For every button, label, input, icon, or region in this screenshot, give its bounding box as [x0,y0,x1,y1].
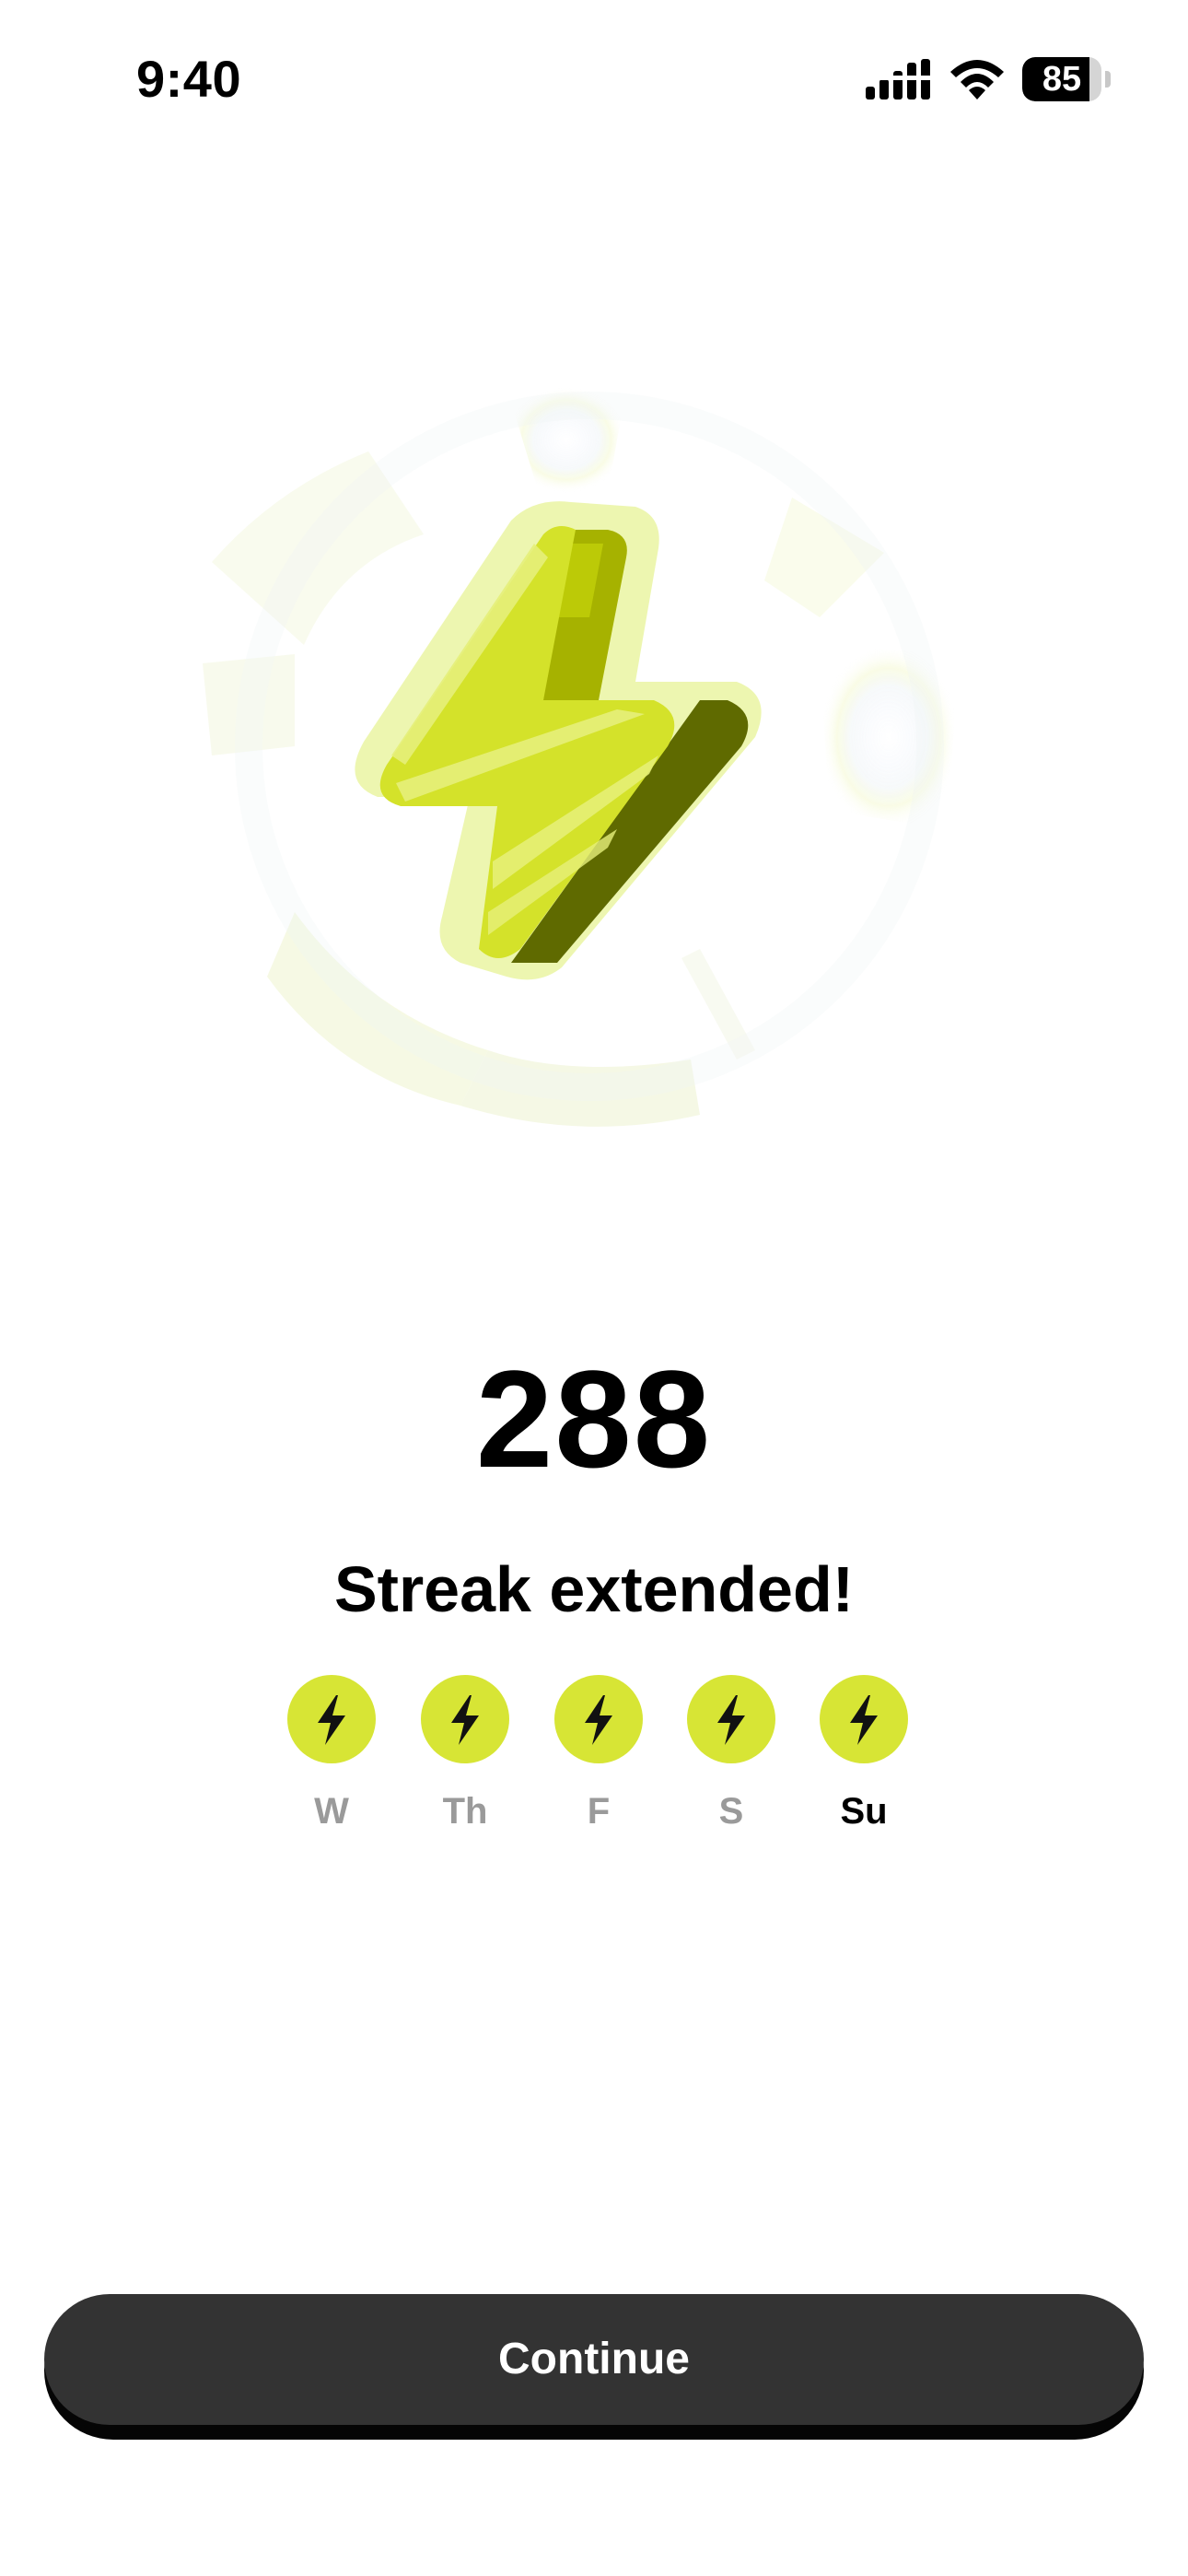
streak-count: 288 [475,1341,713,1496]
lightning-bolt-icon [318,1695,345,1745]
day-badge [287,1675,376,1763]
day-saturday: S [685,1675,777,1841]
day-wednesday: W [285,1675,378,1841]
day-label: W [314,1791,349,1832]
day-badge [421,1675,509,1763]
day-badge [687,1675,775,1763]
status-bar: 9:40 85 [0,0,1188,157]
day-badge [820,1675,908,1763]
day-thursday: Th [419,1675,511,1841]
continue-button-label: Continue [498,2335,690,2383]
lightning-bolt-icon [451,1695,479,1745]
continue-button[interactable]: Continue [44,2294,1144,2425]
lightning-bolt-icon [717,1695,745,1745]
streak-title: Streak extended! [333,1553,855,1625]
day-badge [554,1675,643,1763]
day-friday: F [553,1675,645,1841]
day-label: Th [442,1791,488,1832]
status-time: 9:40 [136,50,242,108]
day-sunday: Su [818,1675,910,1841]
lightning-bolt-icon [850,1695,878,1745]
battery-level: 85 [1042,60,1082,99]
wifi-icon [950,60,1004,100]
lightning-bolt-icon [585,1695,612,1745]
day-label: F [587,1791,611,1832]
battery-icon: 85 [1022,57,1111,101]
day-label: S [718,1791,744,1832]
lightning-bolt-icon [203,387,958,1127]
streak-week: W Th F S Su [0,1675,1188,1841]
day-label-current: Su [840,1791,888,1832]
cellular-signal-icon [866,59,930,100]
